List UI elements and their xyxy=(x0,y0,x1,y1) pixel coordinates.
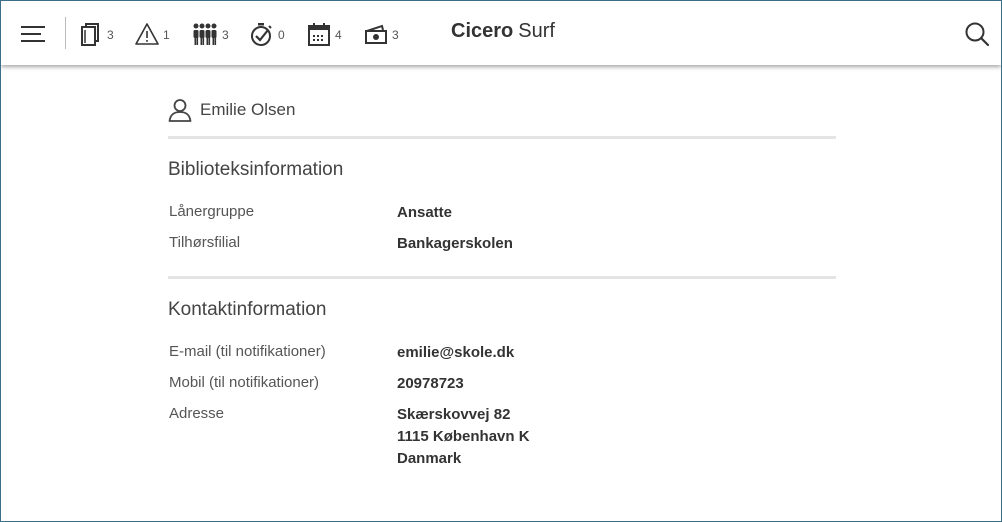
divider xyxy=(168,276,836,279)
home-branch-label: Tilhørsfilial xyxy=(169,234,241,251)
overdue-counter[interactable]: 0 xyxy=(249,20,285,48)
calendar-counter[interactable]: 4 xyxy=(307,20,342,48)
fees-count: 3 xyxy=(392,28,399,42)
address-line: Danmark xyxy=(397,450,462,467)
divider xyxy=(168,136,836,139)
app-title: Cicero Surf xyxy=(451,20,555,43)
address-line: Skærskovvej 82 xyxy=(397,406,511,423)
overdue-count: 0 xyxy=(278,28,285,42)
mobile-value: 20978723 xyxy=(397,375,464,392)
app-title-bold: Cicero xyxy=(451,20,514,42)
loans-icon xyxy=(81,23,99,46)
warnings-counter[interactable]: 1 xyxy=(135,20,170,48)
hamburger-icon xyxy=(21,26,45,42)
library-info-title: Biblioteksinformation xyxy=(168,159,344,180)
fees-counter[interactable]: 3 xyxy=(364,20,399,48)
address-label: Adresse xyxy=(169,405,225,422)
top-bar: 3 1 3 0 4 3 Cicero Surf xyxy=(1,1,1001,65)
app-title-regular: Surf xyxy=(518,20,555,42)
loans-counter[interactable]: 3 xyxy=(79,20,114,48)
toolbar-separator xyxy=(65,17,66,49)
search-icon xyxy=(965,22,990,47)
home-branch-value: Bankagerskolen xyxy=(397,235,513,252)
calendar-icon xyxy=(308,22,330,46)
fees-icon xyxy=(365,24,387,44)
email-label: E-mail (til notifikationer) xyxy=(169,343,326,360)
search-button[interactable] xyxy=(964,21,990,47)
reservations-count: 3 xyxy=(222,28,229,42)
email-value: emilie@skole.dk xyxy=(397,344,515,361)
reservations-counter[interactable]: 3 xyxy=(192,20,229,48)
calendar-count: 4 xyxy=(335,28,342,42)
borrower-group-label: Lånergruppe xyxy=(169,203,255,220)
address-value: Skærskovvej 82 1115 København K Danmark xyxy=(397,404,530,470)
menu-button[interactable] xyxy=(20,21,48,45)
warning-icon xyxy=(135,23,159,45)
contact-info-title: Kontaktinformation xyxy=(168,299,327,320)
loans-count: 3 xyxy=(107,28,114,42)
warnings-count: 1 xyxy=(163,28,170,42)
app-frame: 3 1 3 0 4 3 Cicero Surf Emilie Olsen Bib… xyxy=(0,0,1002,522)
reservations-icon xyxy=(193,23,217,45)
overdue-icon xyxy=(251,22,272,46)
borrower-group-value: Ansatte xyxy=(397,204,453,221)
mobile-label: Mobil (til notifikationer) xyxy=(169,374,320,391)
user-name: Emilie Olsen xyxy=(200,100,296,119)
user-header: Emilie Olsen xyxy=(168,97,295,123)
address-line: 1115 København K xyxy=(397,428,530,445)
user-icon xyxy=(168,99,192,122)
